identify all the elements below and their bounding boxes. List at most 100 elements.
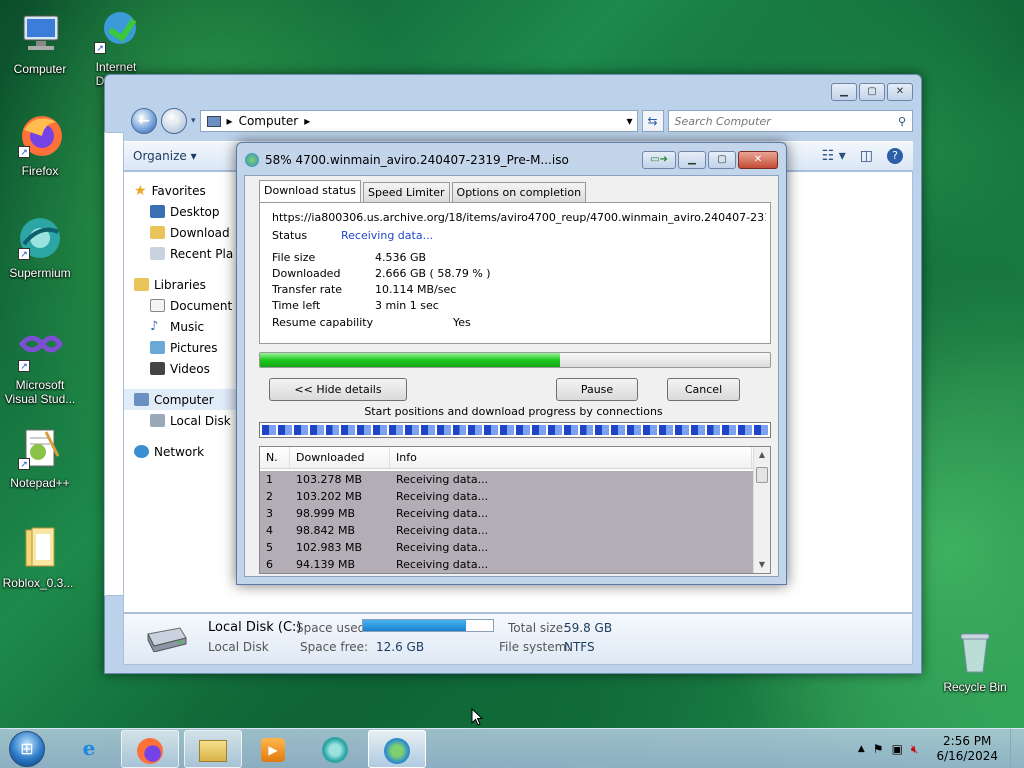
taskbar-firefox[interactable] xyxy=(121,730,179,768)
minimize-to-tray-button[interactable]: ▭➜ xyxy=(642,151,676,169)
nav-pictures[interactable]: Pictures xyxy=(124,337,236,358)
nav-local-disk[interactable]: Local Disk xyxy=(124,410,236,431)
table-cell-n: 5 xyxy=(266,541,273,554)
idm-small-icon xyxy=(245,153,259,167)
connections-table-body: 1 103.278 MB Receiving data... 2 103.202 MB R… xyxy=(260,471,753,573)
desktop-icon-visual-studio[interactable]: ↗ Microsoft Visual Stud... xyxy=(2,326,78,406)
connection-segment xyxy=(531,425,546,435)
documents-icon xyxy=(150,299,165,312)
background-window-edge xyxy=(104,132,124,596)
nav-computer[interactable]: Computer xyxy=(124,389,236,410)
action-center-flag-icon[interactable]: ⚑ xyxy=(873,742,884,756)
desktop-icon-notepadpp[interactable]: ↗ Notepad++ xyxy=(2,424,78,490)
table-row[interactable]: 4 98.842 MB Receiving data... xyxy=(260,522,753,539)
nav-libraries[interactable]: Libraries xyxy=(124,274,236,295)
nav-network[interactable]: Network xyxy=(124,441,236,462)
scroll-up-icon[interactable]: ▲ xyxy=(754,447,770,463)
show-hidden-icons-icon[interactable]: ▲ xyxy=(858,744,865,754)
desktop-icon-label: Microsoft Visual Stud... xyxy=(4,378,76,406)
maximize-button[interactable]: ▢ xyxy=(708,151,736,169)
dialog-tabs: Download status Speed Limiter Options on… xyxy=(259,180,587,202)
taskbar-explorer[interactable] xyxy=(184,730,242,768)
taskbar-ie[interactable]: e xyxy=(60,730,118,768)
refresh-button[interactable]: ⇆ xyxy=(641,110,664,132)
pause-button[interactable]: Pause xyxy=(556,378,638,401)
minimize-button[interactable]: ▁ xyxy=(831,83,857,101)
taskbar-idm[interactable] xyxy=(368,730,426,768)
breadcrumb-separator-icon: ▸ xyxy=(304,114,311,128)
desktop-icon-recycle-bin[interactable]: Recycle Bin xyxy=(937,628,1013,694)
visual-studio-icon: ↗ xyxy=(16,326,64,374)
desktop-icon-roblox-folder[interactable]: Roblox_0.3... xyxy=(0,524,76,590)
taskbar-supermium[interactable] xyxy=(306,730,364,768)
space-used-fill xyxy=(363,620,466,631)
minimize-button[interactable]: ▁ xyxy=(678,151,706,169)
hide-details-button[interactable]: << Hide details xyxy=(269,378,407,401)
desktop-icon-supermium[interactable]: ↗ Supermium xyxy=(2,214,78,280)
column-header-n[interactable]: N. xyxy=(260,447,290,468)
organize-button[interactable]: Organize ▾ xyxy=(133,149,197,163)
connections-table-header: N. Downloaded Info xyxy=(260,447,770,469)
tab-options-on-completion[interactable]: Options on completion xyxy=(451,182,587,202)
tab-download-status[interactable]: Download status xyxy=(259,180,361,202)
table-cell-n: 2 xyxy=(266,490,273,503)
scroll-thumb[interactable] xyxy=(756,467,768,483)
windows-logo-icon: ⊞ xyxy=(9,731,45,767)
desktop-icon-computer[interactable]: Computer xyxy=(2,10,78,76)
nav-favorites[interactable]: ★ Favorites xyxy=(124,180,236,201)
nav-music[interactable]: ♪ Music xyxy=(124,316,236,337)
connection-segment xyxy=(516,425,530,435)
nav-videos[interactable]: Videos xyxy=(124,358,236,379)
nav-documents[interactable]: Document xyxy=(124,295,236,316)
preview-pane-icon[interactable]: ◫ xyxy=(860,148,873,164)
desktop-icon-label: Computer xyxy=(13,62,67,76)
clock[interactable]: 2:56 PM 6/16/2024 xyxy=(936,734,998,764)
network-icon[interactable]: ▣ xyxy=(892,742,903,756)
filesystem-value: NTFS xyxy=(564,640,595,654)
connection-segment xyxy=(674,425,689,435)
forward-button[interactable]: → xyxy=(161,108,187,134)
column-header-info[interactable]: Info xyxy=(390,447,752,468)
help-icon[interactable]: ? xyxy=(887,148,903,164)
timeleft-value: 3 min 1 sec xyxy=(375,299,439,312)
nav-downloads[interactable]: Download xyxy=(124,222,236,243)
breadcrumb-computer[interactable]: Computer xyxy=(239,114,299,128)
volume-muted-icon[interactable]: 🔇︎ xyxy=(911,742,919,757)
taskbar-media-player[interactable]: ▶ xyxy=(244,730,302,768)
desktop-icon-firefox[interactable]: ↗ Firefox xyxy=(2,112,78,178)
close-button[interactable]: ✕ xyxy=(738,151,778,169)
address-dropdown-icon[interactable]: ▾ xyxy=(627,114,637,128)
connections-scrollbar[interactable]: ▲ ▼ xyxy=(753,447,770,573)
connections-progress-bar xyxy=(259,422,771,438)
connection-segment xyxy=(643,425,657,435)
start-button[interactable]: ⊞ xyxy=(4,731,50,767)
change-view-icon[interactable]: ☷ ▾ xyxy=(822,148,846,164)
table-row[interactable]: 3 98.999 MB Receiving data... xyxy=(260,505,753,522)
nav-recent-places[interactable]: Recent Pla xyxy=(124,243,236,264)
table-row[interactable]: 2 103.202 MB Receiving data... xyxy=(260,488,753,505)
nav-desktop[interactable]: Desktop xyxy=(124,201,236,222)
column-header-downloaded[interactable]: Downloaded xyxy=(290,447,390,468)
resume-row: Resume capability Yes xyxy=(272,316,471,329)
table-cell-downloaded: 98.842 MB xyxy=(296,524,356,537)
table-row[interactable]: 1 103.278 MB Receiving data... xyxy=(260,471,753,488)
recent-pages-dropdown-icon[interactable]: ▾ xyxy=(191,116,196,126)
table-cell-downloaded: 103.278 MB xyxy=(296,473,363,486)
scroll-down-icon[interactable]: ▼ xyxy=(754,557,770,573)
show-desktop-button[interactable] xyxy=(1010,729,1024,768)
table-row[interactable]: 6 94.139 MB Receiving data... xyxy=(260,556,753,573)
cancel-button[interactable]: Cancel xyxy=(667,378,740,401)
table-row[interactable]: 5 102.983 MB Receiving data... xyxy=(260,539,753,556)
back-button[interactable]: ← xyxy=(131,108,157,134)
close-button[interactable]: ✕ xyxy=(887,83,913,101)
table-cell-info: Receiving data... xyxy=(396,473,489,486)
download-status-panel: https://ia800306.us.archive.org/18/items… xyxy=(259,202,771,344)
tab-speed-limiter[interactable]: Speed Limiter xyxy=(362,182,450,202)
connection-segment xyxy=(627,425,641,435)
maximize-button[interactable]: ▢ xyxy=(859,83,885,101)
search-input[interactable]: Search Computer ⚲ xyxy=(667,110,913,132)
address-bar[interactable]: ▸ Computer ▸ ▾ xyxy=(199,110,638,132)
drive-icon xyxy=(150,414,165,427)
nav-label: Music xyxy=(170,319,205,334)
navigation-pane: ★ Favorites Desktop Download Recent Pla L… xyxy=(124,172,236,612)
